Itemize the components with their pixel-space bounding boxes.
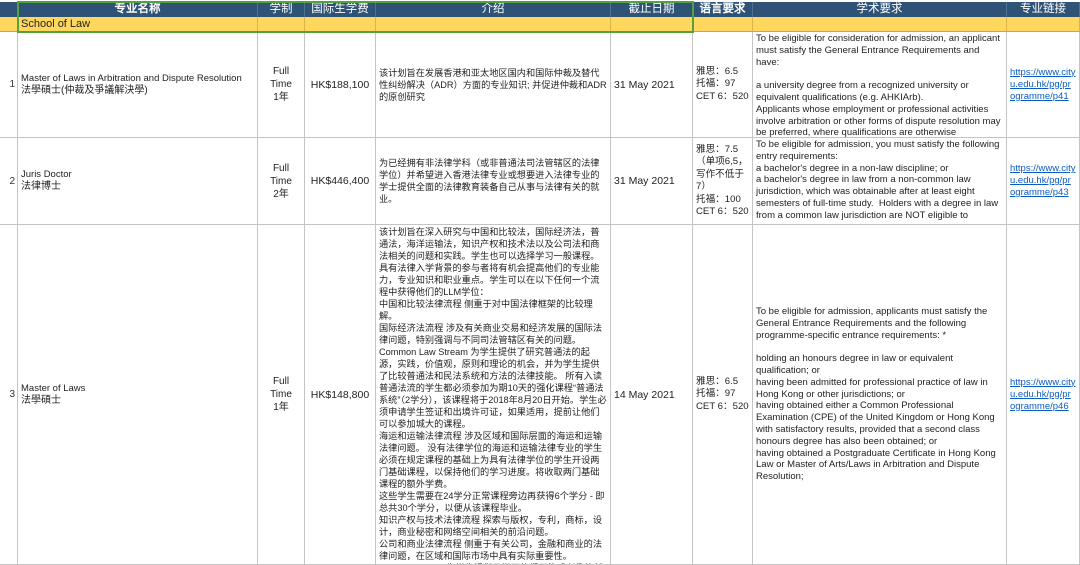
row-number-header-cell[interactable] bbox=[0, 2, 18, 17]
programs-table: 专业名称 学制 国际生学费 介绍 截止日期 语言要求 学术要求 专业链接 Sch… bbox=[0, 0, 1080, 565]
table-row: 2 Juris Doctor 法律博士 Full Time 2年 HK$446,… bbox=[0, 138, 1080, 225]
col-header-tuition[interactable]: 国际生学费 bbox=[305, 2, 376, 17]
cell-program-name[interactable]: Juris Doctor 法律博士 bbox=[18, 138, 258, 225]
cell-deadline[interactable]: 14 May 2021 bbox=[611, 225, 693, 565]
program-name-en: Master of Laws bbox=[21, 383, 254, 395]
cell-duration[interactable]: Full Time 1年 bbox=[258, 225, 305, 565]
cell-tuition[interactable]: HK$148,800 bbox=[305, 225, 376, 565]
cell-link: https://www.cityu.edu.hk/pg/programme/p4… bbox=[1007, 225, 1080, 565]
program-name-zh: 法學碩士 bbox=[21, 395, 254, 407]
table-row: 1 Master of Laws in Arbitration and Disp… bbox=[0, 32, 1080, 138]
section-cell[interactable] bbox=[693, 17, 753, 32]
col-header-intro[interactable]: 介绍 bbox=[376, 2, 611, 17]
program-name-zh: 法學碩士(仲裁及爭議解決學) bbox=[21, 85, 254, 97]
col-header-language[interactable]: 语言要求 bbox=[693, 2, 753, 17]
section-title[interactable]: School of Law bbox=[18, 17, 258, 32]
cell-language[interactable]: 雅思：6.5 托福：97 CET 6：520 bbox=[693, 225, 753, 565]
table-header-row: 专业名称 学制 国际生学费 介绍 截止日期 语言要求 学术要求 专业链接 bbox=[0, 2, 1080, 17]
section-cell[interactable] bbox=[258, 17, 305, 32]
col-header-academic[interactable]: 学术要求 bbox=[753, 2, 1007, 17]
program-link[interactable]: https://www.cityu.edu.hk/pg/programme/p4… bbox=[1010, 377, 1076, 413]
section-row: School of Law bbox=[0, 17, 1080, 32]
cell-intro[interactable]: 为已经拥有非法律学科（或非普通法司法管辖区的法律学位）并希望进入香港法律专业或想… bbox=[376, 138, 611, 225]
cell-link: https://www.cityu.edu.hk/pg/programme/p4… bbox=[1007, 32, 1080, 138]
cell-intro[interactable]: 该计划旨在发展香港和亚太地区国内和国际仲裁及替代性纠纷解决（ADR）方面的专业知… bbox=[376, 32, 611, 138]
cell-academic[interactable]: To be eligible for admission, applicants… bbox=[753, 225, 1007, 565]
cell-language[interactable]: 雅思：7.5（单项6,5，写作不低于7） 托福：100 CET 6：520 bbox=[693, 138, 753, 225]
program-name-en: Master of Laws in Arbitration and Disput… bbox=[21, 73, 254, 85]
program-name-en: Juris Doctor bbox=[21, 169, 254, 181]
cell-deadline[interactable]: 31 May 2021 bbox=[611, 32, 693, 138]
section-cell[interactable] bbox=[376, 17, 611, 32]
section-cell[interactable] bbox=[753, 17, 1007, 32]
section-number-cell[interactable] bbox=[0, 17, 18, 32]
cell-academic[interactable]: To be eligible for admission, you must s… bbox=[753, 138, 1007, 225]
section-cell[interactable] bbox=[1007, 17, 1080, 32]
col-header-program-name[interactable]: 专业名称 bbox=[18, 2, 258, 17]
cell-tuition[interactable]: HK$446,400 bbox=[305, 138, 376, 225]
cell-program-name[interactable]: Master of Laws in Arbitration and Disput… bbox=[18, 32, 258, 138]
table-row: 3 Master of Laws 法學碩士 Full Time 1年 HK$14… bbox=[0, 225, 1080, 565]
col-header-deadline[interactable]: 截止日期 bbox=[611, 2, 693, 17]
col-header-duration[interactable]: 学制 bbox=[258, 2, 305, 17]
row-number[interactable]: 1 bbox=[0, 32, 18, 138]
cell-duration[interactable]: Full Time 1年 bbox=[258, 32, 305, 138]
cell-language[interactable]: 雅思：6.5 托福：97 CET 6：520 bbox=[693, 32, 753, 138]
section-cell[interactable] bbox=[305, 17, 376, 32]
program-name-zh: 法律博士 bbox=[21, 181, 254, 193]
cell-academic[interactable]: To be eligible for consideration for adm… bbox=[753, 32, 1007, 138]
row-number[interactable]: 2 bbox=[0, 138, 18, 225]
cell-intro[interactable]: 该计划旨在深入研究与中国和比较法，国际经济法，普通法，海洋运输法，知识产权和技术… bbox=[376, 225, 611, 565]
section-cell[interactable] bbox=[611, 17, 693, 32]
cell-deadline[interactable]: 31 May 2021 bbox=[611, 138, 693, 225]
cell-link: https://www.cityu.edu.hk/pg/programme/p4… bbox=[1007, 138, 1080, 225]
row-number[interactable]: 3 bbox=[0, 225, 18, 565]
cell-duration[interactable]: Full Time 2年 bbox=[258, 138, 305, 225]
program-link[interactable]: https://www.cityu.edu.hk/pg/programme/p4… bbox=[1010, 163, 1076, 199]
col-header-link[interactable]: 专业链接 bbox=[1007, 2, 1080, 17]
cell-tuition[interactable]: HK$188,100 bbox=[305, 32, 376, 138]
cell-program-name[interactable]: Master of Laws 法學碩士 bbox=[18, 225, 258, 565]
program-link[interactable]: https://www.cityu.edu.hk/pg/programme/p4… bbox=[1010, 67, 1076, 103]
